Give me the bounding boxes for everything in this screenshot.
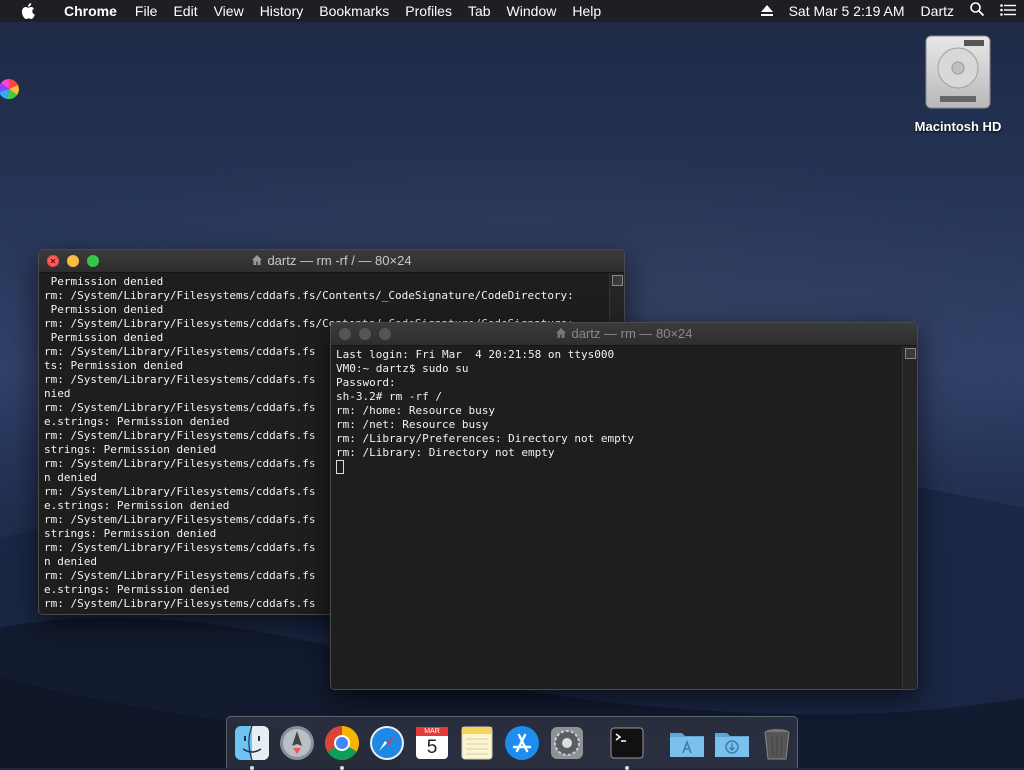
hard-drive-icon [925,35,991,109]
terminal-icon[interactable] [608,724,646,770]
desktop-drive[interactable]: Macintosh HD [902,34,1014,134]
home-folder-icon [555,324,567,346]
terminal-line: rm: /Library/Preferences: Directory not … [336,432,635,445]
scroll-toggle-button[interactable] [612,275,623,286]
terminal-line: Password: [336,376,396,389]
notification-center-icon[interactable] [992,0,1024,22]
text-cursor [336,460,344,474]
terminal-prompt-line[interactable] [336,460,903,474]
drive-label: Macintosh HD [914,119,1002,134]
terminal-line: rm: /Library: Directory not empty [336,446,555,459]
color-wheel-icon [0,78,20,105]
menu-help[interactable]: Help [564,0,609,22]
terminal-output[interactable]: Last login: Fri Mar 4 20:21:58 on ttys00… [331,346,903,689]
app-store-icon[interactable] [503,724,541,762]
title-bar[interactable]: dartz — rm -rf / — 80×24 [39,250,624,273]
title-bar[interactable]: dartz — rm — 80×24 [331,323,917,346]
terminal-line: Last login: Fri Mar 4 20:21:58 on ttys00… [336,348,615,361]
terminal-line: sh-3.2# rm -rf / [336,390,442,403]
terminal-window-front[interactable]: dartz — rm — 80×24 Last login: Fri Mar 4… [330,322,918,690]
menu-profiles[interactable]: Profiles [397,0,460,22]
notes-icon[interactable] [458,724,496,762]
chrome-icon[interactable] [323,724,361,770]
menubar-user[interactable]: Dartz [913,0,962,22]
menu-edit[interactable]: Edit [165,0,205,22]
terminal-line: VM0:~ dartz$ sudo su [336,362,469,375]
trash-icon[interactable] [758,724,796,762]
dock: MAR 5 [226,716,798,770]
window-title: dartz — rm -rf / — 80×24 [267,253,412,268]
safari-icon[interactable] [368,724,406,762]
menu-window[interactable]: Window [499,0,565,22]
menu-file[interactable]: File [127,0,166,22]
window-title: dartz — rm — 80×24 [571,326,693,341]
launchpad-icon[interactable] [278,724,316,762]
home-folder-icon [251,251,263,273]
terminal-line: rm: /home: Resource busy [336,404,495,417]
eject-icon[interactable] [753,0,781,22]
terminal-line: Permission denied [44,275,164,288]
apple-menu-icon[interactable] [0,3,56,19]
menu-bar: Chrome File Edit View History Bookmarks … [0,0,1024,22]
menu-view[interactable]: View [206,0,252,22]
applications-folder-icon[interactable] [668,724,706,762]
calendar-month: MAR [424,727,440,735]
calendar-icon[interactable]: MAR 5 [413,724,451,762]
scrollbar[interactable] [902,346,917,689]
menu-app-name[interactable]: Chrome [56,0,127,22]
menu-bookmarks[interactable]: Bookmarks [311,0,397,22]
system-preferences-icon[interactable] [548,724,586,762]
terminal-line: Permission denied [44,303,164,316]
downloads-folder-icon[interactable] [713,724,751,762]
calendar-day: 5 [426,736,438,758]
menubar-clock[interactable]: Sat Mar 5 2:19 AM [781,0,913,22]
scroll-toggle-button[interactable] [905,348,916,359]
terminal-line: rm: /System/Library/Filesystems/cddafs.f… [44,289,574,302]
terminal-line: rm: /net: Resource busy [336,418,489,431]
menu-history[interactable]: History [252,0,312,22]
finder-icon[interactable] [233,724,271,770]
spotlight-search-icon[interactable] [962,0,992,22]
menu-tab[interactable]: Tab [460,0,499,22]
